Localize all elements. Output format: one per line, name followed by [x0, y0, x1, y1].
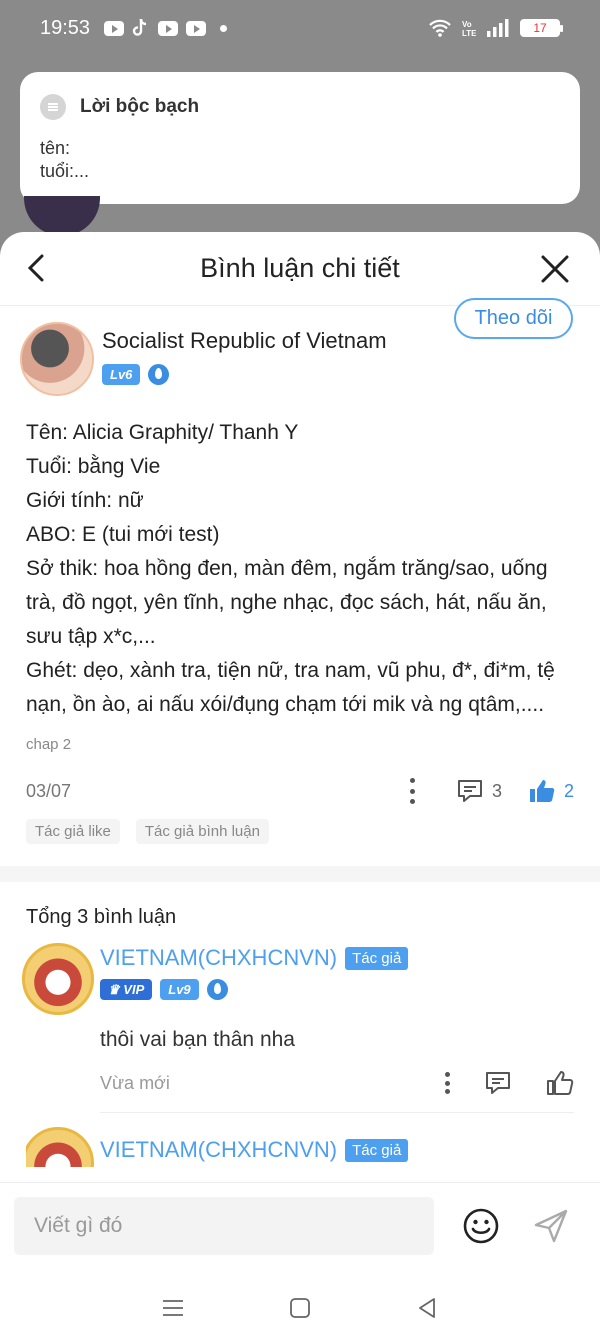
- post-author-name[interactable]: Socialist Republic of Vietnam: [102, 328, 387, 354]
- emoji-button[interactable]: [462, 1207, 500, 1245]
- notice-title: Lời bộc bạch: [80, 96, 200, 117]
- comment-detail-sheet: Bình luận chi tiết Socialist Republic of…: [0, 232, 600, 1343]
- comments-section: Tổng 3 bình luận VIETNAM(CHXHCNVN) Tác g…: [0, 906, 600, 1167]
- post-body-line: Tên: Alicia Graphity/ Thanh Y: [26, 421, 299, 444]
- droplet-badge-icon: [206, 979, 228, 1000]
- author-badge: Tác giả: [345, 946, 409, 970]
- status-indicators: Vo LTE 17: [428, 18, 563, 38]
- post-body-line: Tuổi: bằng Vie: [26, 455, 161, 478]
- svg-text:Vo: Vo: [462, 20, 472, 29]
- avatar[interactable]: [22, 943, 94, 1015]
- status-time: 19:53: [40, 16, 91, 39]
- post: Socialist Republic of Vietnam Lv6 Theo d…: [0, 298, 600, 844]
- follow-button[interactable]: Theo dõi: [454, 298, 573, 339]
- profile-notice-card: Lời bộc bạch tên: tuổi:...: [20, 72, 580, 204]
- comment-time: Vừa mới: [100, 1072, 170, 1093]
- comment-author-name[interactable]: VIETNAM(CHXHCNVN): [100, 1137, 337, 1163]
- svg-text:LTE: LTE: [462, 29, 476, 38]
- menu-nav-icon[interactable]: [161, 1296, 185, 1320]
- post-meta: 03/07 3 2: [26, 773, 574, 809]
- post-body-line: Giới tính: nữ: [26, 489, 144, 512]
- avatar[interactable]: [26, 1127, 94, 1167]
- vip-label: VIP: [123, 982, 145, 997]
- comment-count: 3: [491, 780, 502, 801]
- comment-input[interactable]: [14, 1196, 434, 1255]
- close-button[interactable]: [540, 254, 570, 284]
- comment-author-name[interactable]: VIETNAM(CHXHCNVN): [100, 945, 337, 971]
- signal-icon: [487, 19, 509, 37]
- post-body-line: Ghét: dẹo, xành tra, tiện nữ, tra nam, v…: [26, 659, 555, 716]
- comment-count-button[interactable]: 3: [456, 778, 502, 804]
- status-bar: 19:53 Vo LTE 17: [0, 0, 600, 56]
- wifi-icon: [429, 19, 451, 37]
- background-avatar: [24, 196, 100, 236]
- tiktok-icon: [132, 18, 147, 36]
- message-icon: [40, 94, 66, 120]
- youtube-icon: [104, 20, 125, 36]
- tag-author-liked: Tác giả like: [26, 819, 120, 844]
- more-options-button[interactable]: [444, 1072, 450, 1094]
- back-button[interactable]: [22, 252, 54, 284]
- post-body-line: ABO: E (tui mới test): [26, 523, 220, 546]
- comment-icon: [457, 780, 482, 802]
- comment-composer: [0, 1182, 600, 1268]
- notification-icons: [104, 18, 228, 38]
- post-body-line: Sở thik: hoa hồng đen, màn đêm, ngắm tră…: [26, 557, 548, 648]
- notice-line: tên:: [40, 138, 71, 158]
- thumbs-up-icon[interactable]: [546, 1070, 574, 1096]
- more-options-button[interactable]: [410, 778, 416, 804]
- author-badge: Tác giả: [345, 1138, 409, 1162]
- vip-badge: ♛ VIP: [100, 979, 153, 1000]
- more-notifications-icon: [220, 24, 228, 32]
- list-item: VIETNAM(CHXHCNVN) Tác giả ♛ VIP Lv9 thôi…: [22, 943, 574, 1113]
- post-body: Tên: Alicia Graphity/ Thanh Y Tuổi: bằng…: [26, 416, 574, 722]
- post-date: 03/07: [26, 780, 72, 801]
- tag-author-commented: Tác giả bình luận: [135, 819, 269, 844]
- battery-icon: 17: [520, 19, 563, 37]
- droplet-badge-icon: [148, 364, 170, 385]
- comment-text: thôi vai bạn thân nha: [100, 1028, 295, 1051]
- volte-icon: VoLTE: [462, 20, 476, 38]
- comment-total: Tổng 3 bình luận: [26, 906, 177, 928]
- post-chapter[interactable]: chap 2: [26, 736, 574, 753]
- section-divider: [0, 866, 600, 882]
- list-item: VIETNAM(CHXHCNVN) Tác giả: [26, 1127, 574, 1167]
- home-nav-icon[interactable]: [288, 1296, 312, 1320]
- thumbs-up-icon: [529, 780, 555, 802]
- like-count: 2: [563, 780, 574, 801]
- level-badge: Lv9: [160, 979, 199, 1000]
- like-button[interactable]: 2: [528, 778, 574, 804]
- notice-line: tuổi:...: [40, 161, 90, 181]
- post-tags: Tác giả like Tác giả bình luận: [26, 819, 574, 844]
- avatar[interactable]: [20, 322, 94, 396]
- youtube-icon: [158, 20, 179, 36]
- level-badge: Lv6: [102, 364, 141, 385]
- back-nav-icon[interactable]: [415, 1296, 439, 1320]
- sheet-header: Bình luận chi tiết: [0, 232, 600, 306]
- send-button[interactable]: [532, 1207, 570, 1245]
- system-nav-bar: [0, 1272, 600, 1343]
- youtube-icon: [186, 20, 207, 36]
- reply-comment-icon[interactable]: [484, 1070, 512, 1096]
- page-title: Bình luận chi tiết: [200, 253, 400, 283]
